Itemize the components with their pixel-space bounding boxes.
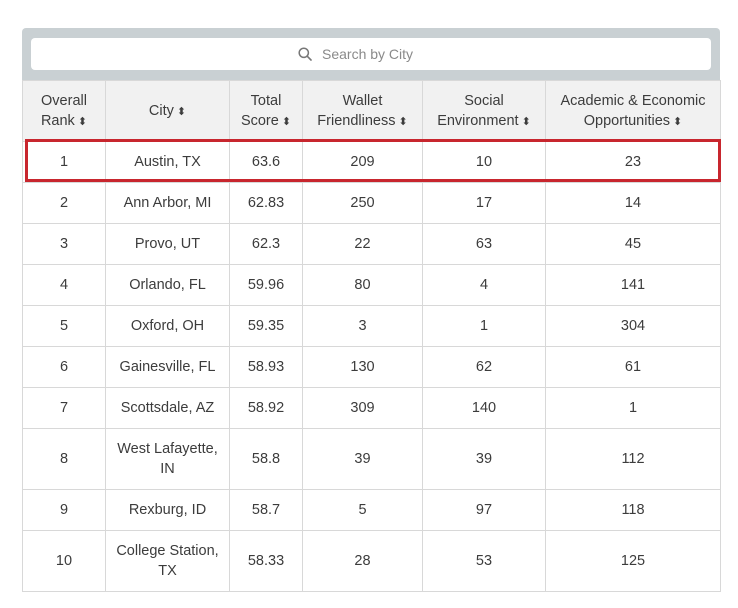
- cell-rank: 1: [22, 141, 106, 183]
- cell-total-score: 58.93: [229, 346, 303, 388]
- cell-wallet-friendliness: 209: [302, 141, 423, 183]
- column-header-total-score[interactable]: Total Score ⬍: [229, 80, 303, 142]
- cell-wallet-friendliness: 5: [302, 489, 423, 531]
- search-bar: [22, 28, 720, 80]
- table-header-row: Overall Rank ⬍ City ⬍ Total Score ⬍ Wallet …: [22, 80, 721, 142]
- cell-rank: 2: [22, 182, 106, 224]
- cell-total-score: 63.6: [229, 141, 303, 183]
- cell-wallet-friendliness: 28: [302, 530, 423, 592]
- cell-city: College Station, TX: [105, 530, 230, 592]
- rankings-table: Overall Rank ⬍ City ⬍ Total Score ⬍ Wallet …: [22, 80, 721, 592]
- column-header-wallet-friendliness[interactable]: Wallet Friendliness ⬍: [302, 80, 423, 142]
- column-header-city[interactable]: City ⬍: [105, 80, 230, 142]
- table-row: 5 Oxford, OH 59.35 3 1 304: [22, 305, 721, 347]
- table-row: 8 West Lafayette, IN 58.8 39 39 112: [22, 428, 721, 490]
- table-row: 1 Austin, TX 63.6 209 10 23: [22, 141, 721, 183]
- cell-social-environment: 62: [422, 346, 546, 388]
- cell-total-score: 59.96: [229, 264, 303, 306]
- cell-wallet-friendliness: 80: [302, 264, 423, 306]
- cell-total-score: 58.8: [229, 428, 303, 490]
- cell-city: Austin, TX: [105, 141, 230, 183]
- search-input[interactable]: [320, 45, 444, 63]
- search-field[interactable]: [31, 38, 711, 70]
- sort-icon: ⬍: [281, 115, 292, 128]
- cell-academic-economic: 45: [545, 223, 721, 265]
- table-row: 7 Scottsdale, AZ 58.92 309 140 1: [22, 387, 721, 429]
- cell-total-score: 58.7: [229, 489, 303, 531]
- cell-city: Orlando, FL: [105, 264, 230, 306]
- cell-rank: 3: [22, 223, 106, 265]
- cell-academic-economic: 112: [545, 428, 721, 490]
- cell-academic-economic: 141: [545, 264, 721, 306]
- cell-total-score: 58.33: [229, 530, 303, 592]
- rankings-panel: Overall Rank⬍ City⬍ Total Score⬍ Wallet …: [22, 28, 721, 608]
- cell-social-environment: 63: [422, 223, 546, 265]
- column-header-social-environment[interactable]: Social Environment ⬍: [422, 80, 546, 142]
- sort-icon: ⬍: [77, 115, 88, 128]
- sort-icon: ⬍: [521, 115, 531, 128]
- cell-social-environment: 97: [422, 489, 546, 531]
- cell-academic-economic: 14: [545, 182, 721, 224]
- cell-city: Provo, UT: [105, 223, 230, 265]
- cell-total-score: 58.92: [229, 387, 303, 429]
- cell-rank: 10: [22, 530, 106, 592]
- column-header-label: Wallet Friendliness: [317, 92, 396, 129]
- cell-city: Gainesville, FL: [105, 346, 230, 388]
- cell-social-environment: 10: [422, 141, 546, 183]
- column-header-label: Total Score: [240, 92, 282, 129]
- cell-social-environment: 17: [422, 182, 546, 224]
- table-row: 2 Ann Arbor, MI 62.83 250 17 14: [22, 182, 721, 224]
- cell-wallet-friendliness: 3: [302, 305, 423, 347]
- cell-total-score: 62.83: [229, 182, 303, 224]
- cell-city: Scottsdale, AZ: [105, 387, 230, 429]
- column-header-academic-economic[interactable]: Academic & Economic Opportunities ⬍: [545, 80, 721, 142]
- cell-wallet-friendliness: 130: [302, 346, 423, 388]
- cell-academic-economic: 1: [545, 387, 721, 429]
- cell-academic-economic: 23: [545, 141, 721, 183]
- cell-rank: 4: [22, 264, 106, 306]
- cell-social-environment: 4: [422, 264, 546, 306]
- column-header-overall-rank[interactable]: Overall Rank ⬍: [22, 80, 106, 142]
- cell-academic-economic: 118: [545, 489, 721, 531]
- table-row: 4 Orlando, FL 59.96 80 4 141: [22, 264, 721, 306]
- cell-city: West Lafayette, IN: [105, 428, 230, 490]
- cell-rank: 7: [22, 387, 106, 429]
- cell-wallet-friendliness: 39: [302, 428, 423, 490]
- cell-social-environment: 140: [422, 387, 546, 429]
- cell-rank: 9: [22, 489, 106, 531]
- cell-city: Oxford, OH: [105, 305, 230, 347]
- sort-icon: ⬍: [398, 115, 408, 128]
- cell-rank: 8: [22, 428, 106, 490]
- table-row: 9 Rexburg, ID 58.7 5 97 118: [22, 489, 721, 531]
- cell-total-score: 59.35: [229, 305, 303, 347]
- column-header-label: Social Environment: [437, 92, 519, 129]
- cell-total-score: 62.3: [229, 223, 303, 265]
- cell-rank: 6: [22, 346, 106, 388]
- table-row: 10 College Station, TX 58.33 28 53 125: [22, 530, 721, 592]
- cell-wallet-friendliness: 309: [302, 387, 423, 429]
- table-row: 6 Gainesville, FL 58.93 130 62 61: [22, 346, 721, 388]
- table-row: 3 Provo, UT 62.3 22 63 45: [22, 223, 721, 265]
- column-header-label: Academic & Economic Opportunities: [560, 92, 706, 129]
- cell-wallet-friendliness: 22: [302, 223, 423, 265]
- cell-city: Ann Arbor, MI: [105, 182, 230, 224]
- cell-social-environment: 39: [422, 428, 546, 490]
- cell-academic-economic: 61: [545, 346, 721, 388]
- cell-wallet-friendliness: 250: [302, 182, 423, 224]
- column-header-label: City: [148, 102, 174, 119]
- cell-academic-economic: 125: [545, 530, 721, 592]
- cell-social-environment: 53: [422, 530, 546, 592]
- cell-rank: 5: [22, 305, 106, 347]
- cell-academic-economic: 304: [545, 305, 721, 347]
- cell-city: Rexburg, ID: [105, 489, 230, 531]
- cell-social-environment: 1: [422, 305, 546, 347]
- sort-icon: ⬍: [176, 105, 187, 118]
- sort-icon: ⬍: [673, 115, 683, 128]
- search-icon: [298, 46, 314, 62]
